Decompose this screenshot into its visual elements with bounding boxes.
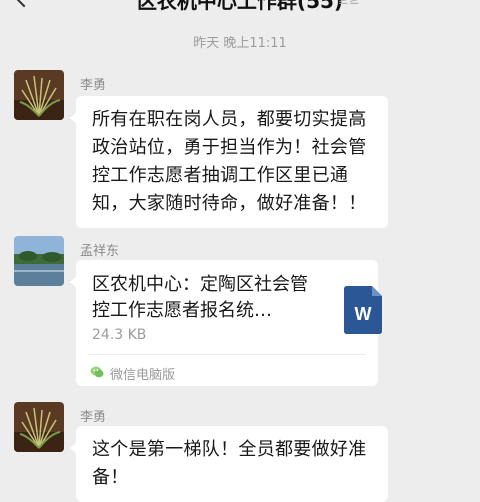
divider: [88, 354, 366, 355]
chat-title: 区农机中心工作群(55): [136, 0, 344, 13]
file-message-card[interactable]: 区农机中心：定陶区社会管控工作志愿者报名统… 24.3 KB W 微信电脑版: [70, 260, 382, 386]
word-document-icon: W: [344, 286, 382, 334]
sender-name: 孟祥东: [80, 244, 120, 259]
sender-name: 李勇: [80, 78, 107, 93]
message-bubble[interactable]: 这个是第一梯队！全员都要做好准备！: [70, 426, 388, 502]
svg-text:W: W: [355, 304, 372, 324]
wechat-pc-icon: [90, 366, 104, 378]
avatar[interactable]: [14, 402, 64, 452]
file-source-label: 微信电脑版: [110, 368, 176, 383]
message-text: 所有在职在岗人员，都要切实提高政治站位，勇于担当作为！社会管控工作志愿者抽调工作…: [92, 109, 367, 214]
avatar[interactable]: [14, 236, 64, 286]
chat-title-suffix: ≥≥: [338, 0, 360, 8]
file-name: 区农机中心：定陶区社会管控工作志愿者报名统…: [92, 274, 308, 321]
message-text: 这个是第一梯队！全员都要做好准备！: [92, 439, 367, 488]
message-bubble[interactable]: 所有在职在岗人员，都要切实提高政治站位，勇于担当作为！社会管控工作志愿者抽调工作…: [70, 96, 388, 228]
file-size: 24.3 KB: [92, 327, 147, 343]
chat-header: 区农机中心工作群(55) ≥≥: [0, 0, 480, 16]
message-timestamp: 昨天 晚上11:11: [193, 36, 287, 51]
sender-name: 李勇: [80, 410, 107, 425]
avatar[interactable]: [14, 70, 64, 120]
